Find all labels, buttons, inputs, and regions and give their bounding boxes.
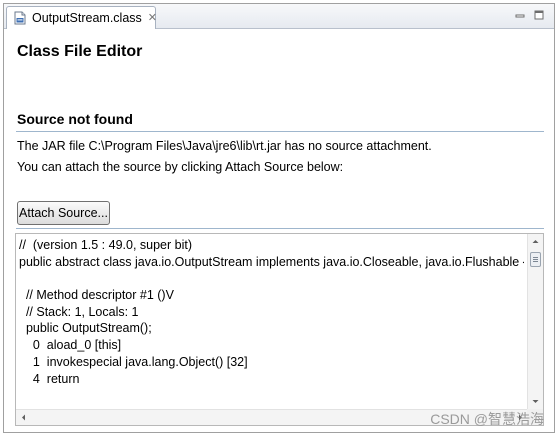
- jar-message: The JAR file C:\Program Files\Java\jre6\…: [17, 139, 432, 153]
- close-icon[interactable]: ✕: [148, 12, 157, 24]
- editor-title: Class File Editor: [17, 43, 143, 60]
- code-line: public abstract class java.io.OutputStre…: [19, 254, 524, 269]
- editor-content: Class File Editor Source not found The J…: [4, 30, 554, 432]
- scroll-left-arrow-icon[interactable]: [16, 410, 31, 425]
- tab-title: OutputStream.class: [32, 11, 142, 25]
- bytecode-viewer[interactable]: // (version 1.5 : 49.0, super bit) publi…: [15, 233, 544, 426]
- tab-outputstream-class[interactable]: OutputStream.class ✕: [6, 6, 157, 29]
- class-file-icon: [13, 11, 27, 25]
- vertical-scrollbar[interactable]: [527, 234, 543, 409]
- section-divider: [16, 131, 544, 132]
- maximize-icon[interactable]: [534, 9, 544, 20]
- button-divider: [16, 228, 544, 229]
- code-line: public OutputStream();: [19, 321, 152, 336]
- code-line: // (version 1.5 : 49.0, super bit): [19, 238, 192, 252]
- attach-instructions: You can attach the source by clicking At…: [17, 160, 344, 174]
- class-file-editor-window: OutputStream.class ✕ Class File Editor S…: [3, 3, 555, 433]
- attach-source-button[interactable]: Attach Source...: [17, 201, 110, 225]
- scroll-up-arrow-icon[interactable]: [528, 234, 543, 249]
- minimize-icon[interactable]: [515, 9, 525, 19]
- code-line: 0 aload_0 [this]: [19, 338, 122, 353]
- code-line: // Stack: 1, Locals: 1: [19, 304, 139, 319]
- section-title: Source not found: [17, 111, 133, 127]
- editor-tab-bar: OutputStream.class ✕: [4, 4, 554, 29]
- code-line: 1 invokespecial java.lang.Object() [32]: [19, 354, 248, 369]
- code-line: // Method descriptor #1 ()V: [19, 288, 174, 303]
- code-line: 4 return: [19, 371, 80, 386]
- vertical-scroll-thumb[interactable]: [530, 252, 541, 267]
- grip-line: [533, 259, 538, 260]
- scroll-down-arrow-icon[interactable]: [528, 394, 543, 409]
- grip-line: [533, 257, 538, 258]
- watermark: CSDN @智慧浩海: [430, 411, 544, 427]
- grip-line: [533, 261, 538, 262]
- code-lines: // (version 1.5 : 49.0, super bit) publi…: [19, 237, 524, 407]
